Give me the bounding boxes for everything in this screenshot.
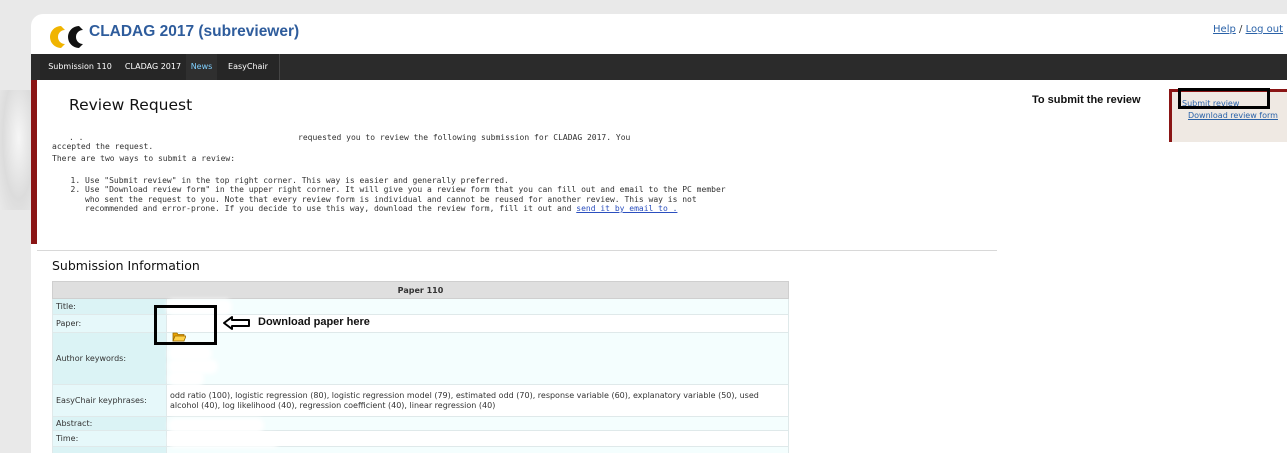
table-row-more xyxy=(52,446,789,453)
title-label: Title: xyxy=(52,298,167,315)
accepted-text: accepted the request. xyxy=(52,142,154,151)
actions-accent-bar xyxy=(1169,92,1172,142)
paper-label: Paper: xyxy=(52,314,167,333)
review-steps-list: Use "Submit review" in the top right cor… xyxy=(52,176,735,213)
review-step-1: Use "Submit review" in the top right cor… xyxy=(85,176,735,185)
app-title: CLADAG 2017 (subreviewer) xyxy=(89,23,300,40)
keyphrases-value: odd ratio (100), logistic regression (80… xyxy=(166,384,789,417)
page-container: CLADAG 2017 (subreviewer) Help / Log out… xyxy=(31,14,1287,453)
keyphrases-label: EasyChair keyphrases: xyxy=(52,384,167,417)
submit-review-highlight xyxy=(1178,88,1270,109)
request-text: requested you to review the following su… xyxy=(298,133,631,142)
content-accent-bar xyxy=(31,80,37,244)
logout-link[interactable]: Log out xyxy=(1246,24,1283,35)
download-review-form-link[interactable]: Download review form xyxy=(1188,111,1278,120)
send-by-email-link[interactable]: send it by email to . xyxy=(576,204,677,213)
redacted-keyword-2 xyxy=(171,362,215,371)
title-value xyxy=(166,298,789,315)
redacted-time xyxy=(171,436,276,445)
folder-icon[interactable] xyxy=(172,331,186,342)
easychair-logo-icon xyxy=(50,26,83,48)
redacted-name: . . xyxy=(69,133,84,142)
top-links-separator: / xyxy=(1239,24,1243,35)
nav-item-conference[interactable]: CLADAG 2017 xyxy=(120,54,187,80)
author-keywords-value xyxy=(166,332,789,385)
table-row-keyphrases: EasyChair keyphrases: odd ratio (100), l… xyxy=(52,384,789,417)
top-links: Help / Log out xyxy=(1213,24,1283,35)
more-value xyxy=(166,446,789,453)
more-label xyxy=(52,446,167,453)
abstract-label: Abstract: xyxy=(52,416,167,431)
table-row-abstract: Abstract: xyxy=(52,416,789,431)
background-decoration xyxy=(0,90,31,210)
page-title: Review Request xyxy=(69,96,193,114)
table-row-time: Time: xyxy=(52,430,789,447)
redacted-keyword-1 xyxy=(171,349,209,358)
left-arrow-icon xyxy=(223,316,250,330)
help-link[interactable]: Help xyxy=(1213,24,1236,35)
table-header: Paper 110 xyxy=(52,281,789,299)
table-header-row: Paper 110 xyxy=(52,281,789,299)
review-step-2: Use "Download review form" in the upper … xyxy=(85,185,735,213)
author-keywords-label: Author keywords: xyxy=(52,332,167,385)
section-divider xyxy=(37,250,997,251)
nav-item-easychair[interactable]: EasyChair xyxy=(217,54,280,80)
download-paper-note: Download paper here xyxy=(258,316,370,328)
nav-item-submission[interactable]: Submission 110 xyxy=(40,54,121,80)
ways-text: There are two ways to submit a review: xyxy=(52,154,236,163)
submission-info-title: Submission Information xyxy=(52,258,200,273)
redacted-keyword-3 xyxy=(171,374,201,383)
main-nav: Submission 110 CLADAG 2017 News EasyChai… xyxy=(31,54,1287,80)
time-label: Time: xyxy=(52,430,167,447)
nav-item-news[interactable]: News xyxy=(186,54,218,80)
submit-annotation: To submit the review xyxy=(1032,94,1141,106)
redacted-abstract xyxy=(171,421,261,430)
